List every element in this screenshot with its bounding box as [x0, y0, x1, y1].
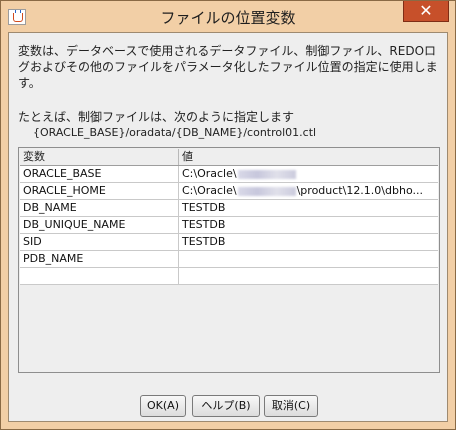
example-text: たとえば、制御ファイルは、次のように指定します — [18, 110, 295, 124]
description-text: 変数は、データベースで使用されるデータファイル、制御ファイル、REDOログおよび… — [18, 44, 438, 90]
redacted-text — [237, 169, 296, 179]
cancel-button[interactable]: 取消(C) — [264, 395, 318, 417]
table-row[interactable]: DB_UNIQUE_NAME TESTDB — [20, 217, 438, 234]
table-row[interactable]: ORACLE_BASE C:\Oracle\ — [20, 166, 438, 183]
button-bar: OK(A) ヘルプ(B) 取消(C) — [9, 395, 447, 419]
example-path: {ORACLE_BASE}/oradata/{DB_NAME}/control0… — [33, 126, 317, 139]
window-title: ファイルの位置変数 — [160, 9, 296, 27]
table-row[interactable]: ORACLE_HOME C:\Oracle\ \product\12.1.0\dbh… — [20, 183, 438, 200]
variable-value-cell[interactable]: C:\Oracle\ \product\12.1.0\dbho... — [179, 183, 438, 199]
variable-value-cell[interactable]: C:\Oracle\ — [179, 166, 438, 182]
table-row[interactable]: PDB_NAME — [20, 251, 438, 268]
variable-value-cell[interactable]: TESTDB — [179, 217, 438, 233]
title-bar[interactable]: ファイルの位置変数 ✕ — [1, 1, 455, 32]
column-header-variable[interactable]: 変数 — [20, 149, 179, 165]
dialog-window: ファイルの位置変数 ✕ 変数は、データベースで使用されるデータファイル、制御ファ… — [0, 0, 456, 430]
variable-name-cell[interactable]: DB_UNIQUE_NAME — [20, 217, 179, 233]
column-header-value[interactable]: 値 — [179, 149, 438, 165]
variable-value-cell[interactable] — [179, 268, 438, 284]
ok-button[interactable]: OK(A) — [140, 395, 186, 417]
variable-name-cell[interactable]: PDB_NAME — [20, 251, 179, 267]
value-prefix: TESTDB — [182, 235, 226, 248]
variable-value-cell[interactable]: TESTDB — [179, 234, 438, 250]
value-prefix: C:\Oracle\ — [182, 167, 237, 180]
help-button[interactable]: ヘルプ(B) — [192, 395, 260, 417]
variable-name-cell[interactable]: ORACLE_BASE — [20, 166, 179, 182]
table-header: 変数 値 — [20, 149, 438, 166]
table-row[interactable] — [20, 268, 438, 285]
variable-name-cell[interactable] — [20, 268, 179, 284]
table-row[interactable]: DB_NAME TESTDB — [20, 200, 438, 217]
variable-value-cell[interactable]: TESTDB — [179, 200, 438, 216]
variable-name-cell[interactable]: DB_NAME — [20, 200, 179, 216]
table-body: ORACLE_BASE C:\Oracle\ ORACLE_HOME C:\Oracl… — [20, 166, 438, 285]
value-prefix: TESTDB — [182, 218, 226, 231]
dialog-content: 変数は、データベースで使用されるデータファイル、制御ファイル、REDOログおよび… — [8, 32, 448, 422]
value-prefix: TESTDB — [182, 201, 226, 214]
value-suffix: \product\12.1.0\dbho... — [296, 184, 423, 197]
close-button[interactable]: ✕ — [403, 1, 449, 22]
variable-value-cell[interactable] — [179, 251, 438, 267]
variable-name-cell[interactable]: ORACLE_HOME — [20, 183, 179, 199]
table-row[interactable]: SID TESTDB — [20, 234, 438, 251]
value-prefix: C:\Oracle\ — [182, 184, 237, 197]
variable-name-cell[interactable]: SID — [20, 234, 179, 250]
variables-table[interactable]: 変数 値 ORACLE_BASE C:\Oracle\ ORACLE_HOME C:\… — [18, 147, 440, 373]
redacted-text — [237, 186, 296, 196]
